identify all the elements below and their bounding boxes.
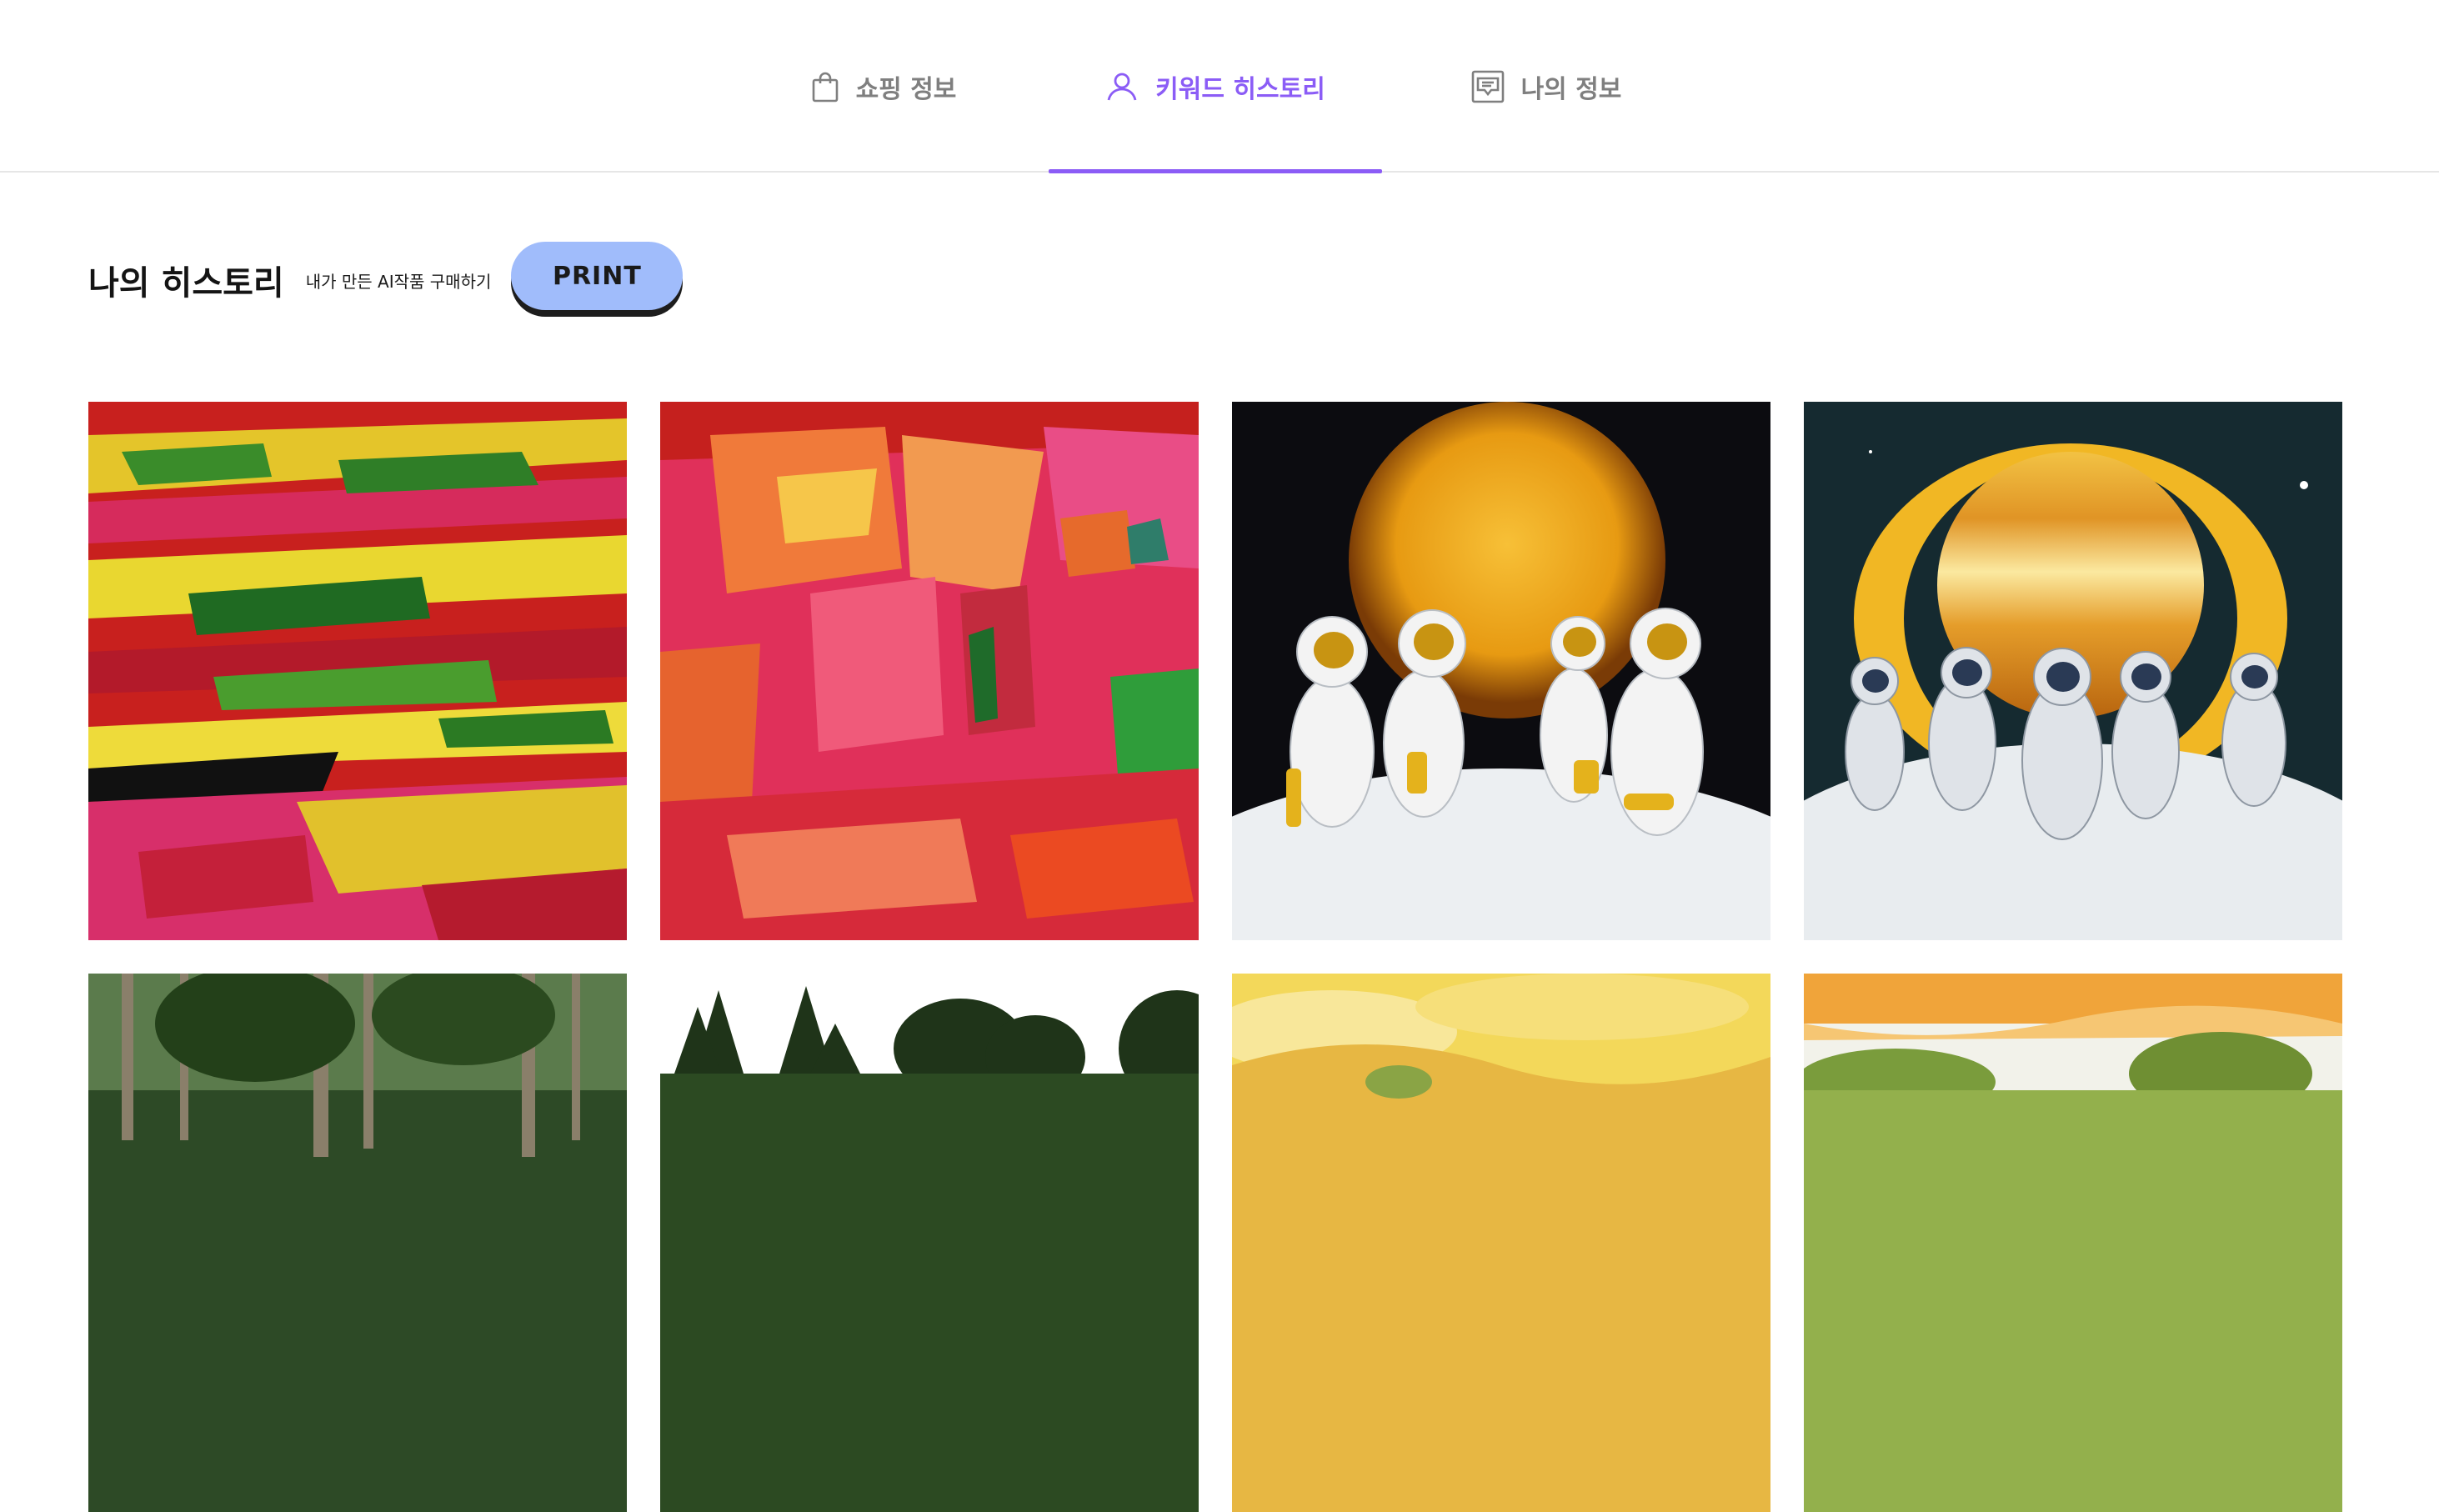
- gallery-item[interactable]: [1232, 402, 1770, 940]
- tab-shopping-info[interactable]: 쇼핑 정보: [800, 0, 967, 173]
- page-subtitle: 내가 만든 AI작품 구매하기: [305, 271, 492, 292]
- message-box-icon: [1471, 70, 1505, 103]
- gallery-item[interactable]: [1804, 974, 2342, 1512]
- gallery-grid: [88, 402, 2342, 1512]
- tab-keyword-history[interactable]: 키워드 히스토리: [1049, 0, 1382, 173]
- tab-my-info[interactable]: 나의 정보: [1455, 0, 1638, 173]
- artwork-image: [1804, 974, 2342, 1512]
- print-button[interactable]: PRINT: [511, 242, 684, 310]
- gallery-item[interactable]: [1232, 974, 1770, 1512]
- artwork-image: [1232, 402, 1770, 940]
- artwork-image: [660, 974, 1199, 1512]
- tab-my-info-label: 나의 정보: [1520, 74, 1622, 104]
- gallery-item[interactable]: [88, 974, 627, 1512]
- artwork-image: [660, 402, 1199, 940]
- gallery-item[interactable]: [660, 402, 1199, 940]
- tab-keyword-history-label: 키워드 히스토리: [1155, 74, 1325, 104]
- artwork-image: [88, 402, 627, 940]
- artwork-image: [88, 974, 627, 1512]
- gallery-item[interactable]: [660, 974, 1199, 1512]
- page-title: 나의 히스토리: [88, 264, 284, 303]
- tab-shopping-label: 쇼핑 정보: [855, 74, 957, 104]
- gallery-item[interactable]: [88, 402, 627, 940]
- gallery-item[interactable]: [1804, 402, 2342, 940]
- history-header: 나의 히스토리 내가 만든 AI작품 구매하기 PRINT: [88, 240, 684, 320]
- top-navigation: 쇼핑 정보 키워드 히스토리 나의 정보: [0, 0, 2439, 173]
- artwork-image: [1804, 402, 2342, 940]
- shopping-bag-icon: [811, 71, 839, 103]
- artwork-image: [1232, 974, 1770, 1512]
- user-icon: [1105, 70, 1139, 103]
